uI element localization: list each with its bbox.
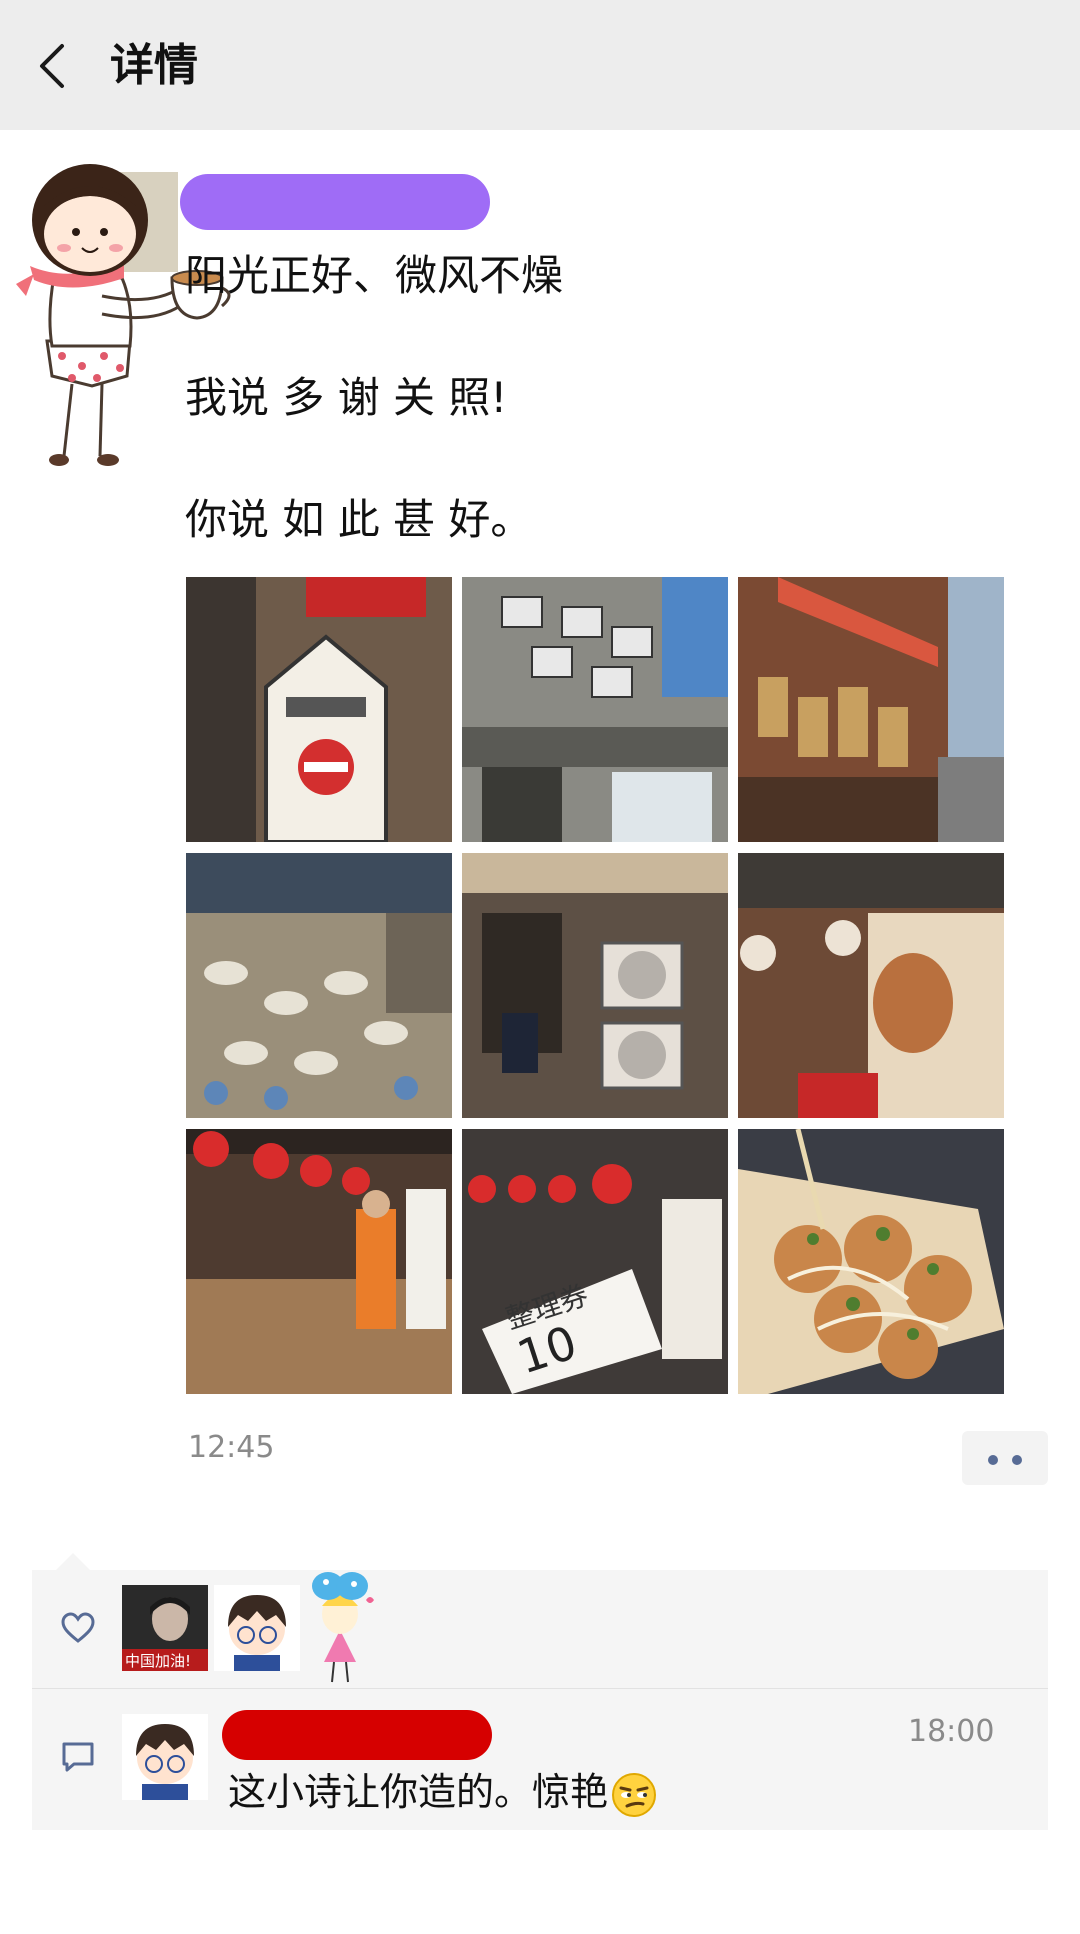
photo-building-facade[interactable] — [462, 577, 728, 842]
panel-pointer — [56, 1553, 90, 1570]
post-line: 我说 多 谢 关 照! — [185, 373, 508, 422]
photo-red-lanterns-stall[interactable] — [186, 1129, 452, 1394]
poster-name-redacted[interactable] — [180, 174, 490, 230]
comment-text: 这小诗让你造的。惊艳 — [228, 1766, 658, 1819]
post-line — [185, 306, 563, 367]
divider — [32, 1688, 1048, 1689]
comment-body: 这小诗让你造的。惊艳 — [228, 1770, 609, 1814]
back-arrow-icon[interactable] — [34, 38, 74, 94]
photo-ticket-number[interactable]: 整理券 10 — [462, 1129, 728, 1394]
post-time: 12:45 — [188, 1430, 275, 1465]
post-line — [185, 428, 563, 489]
photo-ceramics-market[interactable] — [186, 853, 452, 1118]
heart-icon — [61, 1612, 95, 1643]
photo-grid: 整理券 10 — [186, 577, 1004, 1394]
likes-row: 中国加油! — [32, 1570, 1048, 1688]
photo-shop-front[interactable] — [738, 577, 1004, 842]
more-dot-icon — [988, 1455, 998, 1465]
smirk-emoji-icon — [612, 1772, 657, 1817]
photo-street-sign[interactable] — [186, 577, 452, 842]
more-dot-icon — [1012, 1455, 1022, 1465]
post-text: 阳光正好、微风不燥 我说 多 谢 关 照! 你说 如 此 甚 好。 — [185, 245, 563, 550]
more-actions-button[interactable] — [962, 1431, 1048, 1485]
post-line: 阳光正好、微风不燥 — [185, 251, 564, 300]
comment-icon — [62, 1742, 94, 1772]
liker-avatar[interactable] — [214, 1585, 300, 1671]
commenter-name-redacted[interactable] — [222, 1710, 492, 1760]
page-title: 详情 — [110, 40, 198, 91]
liker-badge-text: 中国加油! — [125, 1652, 191, 1670]
post-line: 你说 如 此 甚 好。 — [185, 495, 533, 544]
liker-avatar[interactable] — [298, 1570, 382, 1688]
liker-avatar[interactable]: 中国加油! — [122, 1585, 208, 1671]
photo-takoyaki[interactable] — [738, 1129, 1004, 1394]
title-bar: 详情 — [0, 0, 1080, 130]
comment-time: 18:00 — [908, 1714, 995, 1749]
photo-wooden-shop[interactable] — [738, 853, 1004, 1118]
commenter-avatar[interactable] — [122, 1714, 208, 1800]
photo-restaurant-entrance[interactable] — [462, 853, 728, 1118]
interactions-panel: 中国加油! 18:00 这小诗让你造的。惊艳 — [32, 1570, 1048, 1830]
